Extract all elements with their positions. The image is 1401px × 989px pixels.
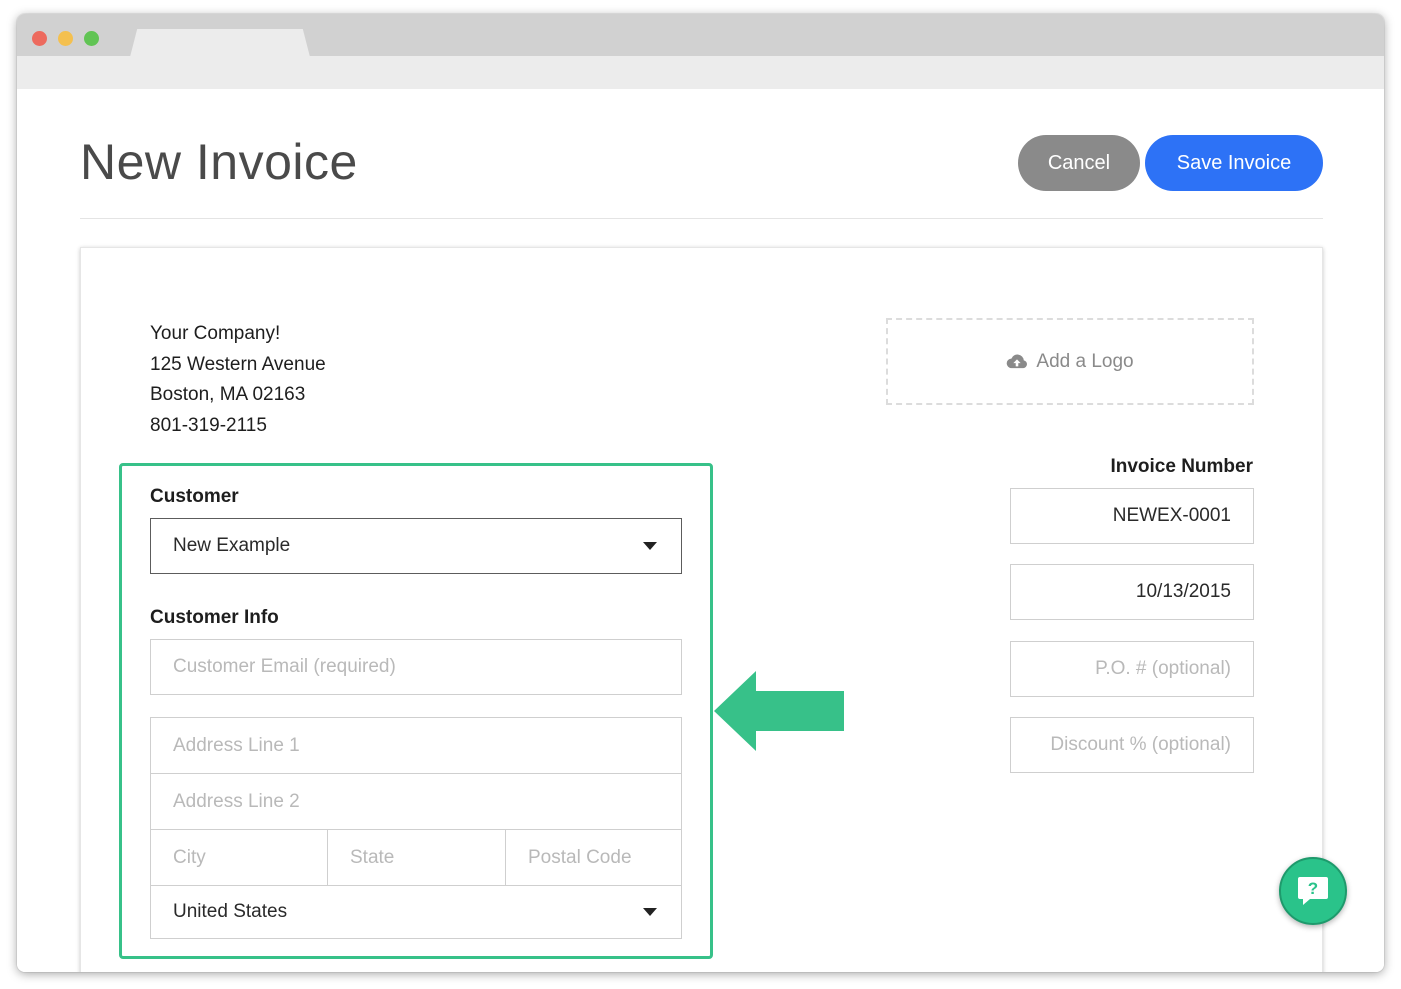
browser-toolbar bbox=[17, 56, 1384, 89]
address-line-2-input[interactable] bbox=[151, 774, 681, 829]
po-number-input[interactable] bbox=[1010, 641, 1254, 697]
city-cell bbox=[151, 830, 328, 885]
customer-email-input[interactable] bbox=[150, 639, 682, 695]
customer-label: Customer bbox=[150, 486, 239, 507]
close-window-icon[interactable] bbox=[32, 31, 47, 46]
help-glyph: ? bbox=[1308, 879, 1318, 898]
country-select-value: United States bbox=[173, 901, 288, 922]
customer-select[interactable]: New Example bbox=[150, 518, 682, 574]
state-input[interactable] bbox=[328, 830, 505, 885]
postal-cell bbox=[506, 830, 683, 885]
country-select[interactable]: United States bbox=[151, 885, 681, 939]
city-state-postal-row bbox=[151, 830, 683, 886]
chevron-down-icon bbox=[643, 908, 657, 916]
help-chat-button[interactable]: ? bbox=[1279, 857, 1347, 925]
browser-window: New Invoice Cancel Save Invoice Your Com… bbox=[17, 14, 1384, 972]
address-line-1-row bbox=[151, 718, 681, 774]
address-line-1-input[interactable] bbox=[151, 718, 681, 773]
add-logo-dropzone[interactable]: Add a Logo bbox=[886, 318, 1254, 405]
city-input[interactable] bbox=[151, 830, 327, 885]
invoice-date-input[interactable] bbox=[1010, 564, 1254, 620]
minimize-window-icon[interactable] bbox=[58, 31, 73, 46]
browser-tab[interactable] bbox=[130, 29, 310, 57]
save-invoice-button[interactable]: Save Invoice bbox=[1145, 135, 1323, 191]
customer-select-value: New Example bbox=[173, 535, 291, 556]
page-title: New Invoice bbox=[80, 134, 358, 190]
help-chat-icon: ? bbox=[1298, 877, 1328, 905]
address-line-2-row bbox=[151, 774, 681, 830]
company-street: 125 Western Avenue bbox=[150, 353, 326, 375]
cancel-button[interactable]: Cancel bbox=[1018, 135, 1140, 191]
pointer-arrow-icon bbox=[714, 671, 844, 751]
company-name: Your Company! bbox=[150, 323, 281, 344]
invoice-number-label: Invoice Number bbox=[1110, 456, 1253, 477]
page-content: New Invoice Cancel Save Invoice Your Com… bbox=[17, 89, 1384, 972]
discount-input[interactable] bbox=[1010, 717, 1254, 773]
invoice-card: Your Company! 125 Western Avenue Boston,… bbox=[80, 247, 1323, 972]
postal-code-input[interactable] bbox=[506, 830, 683, 885]
cloud-upload-icon bbox=[1007, 354, 1028, 368]
company-address: Your Company! 125 Western Avenue Boston,… bbox=[150, 319, 326, 442]
state-cell bbox=[328, 830, 506, 885]
company-city: Boston, MA 02163 bbox=[150, 384, 306, 406]
company-phone: 801-319-2115 bbox=[150, 415, 267, 437]
address-fields: United States bbox=[150, 717, 683, 939]
invoice-number-input[interactable] bbox=[1010, 488, 1254, 544]
add-logo-label: Add a Logo bbox=[1036, 350, 1134, 372]
customer-info-label: Customer Info bbox=[150, 607, 279, 628]
maximize-window-icon[interactable] bbox=[84, 31, 99, 46]
chevron-down-icon bbox=[643, 542, 657, 550]
browser-chrome bbox=[17, 14, 1384, 89]
title-divider bbox=[80, 218, 1323, 219]
